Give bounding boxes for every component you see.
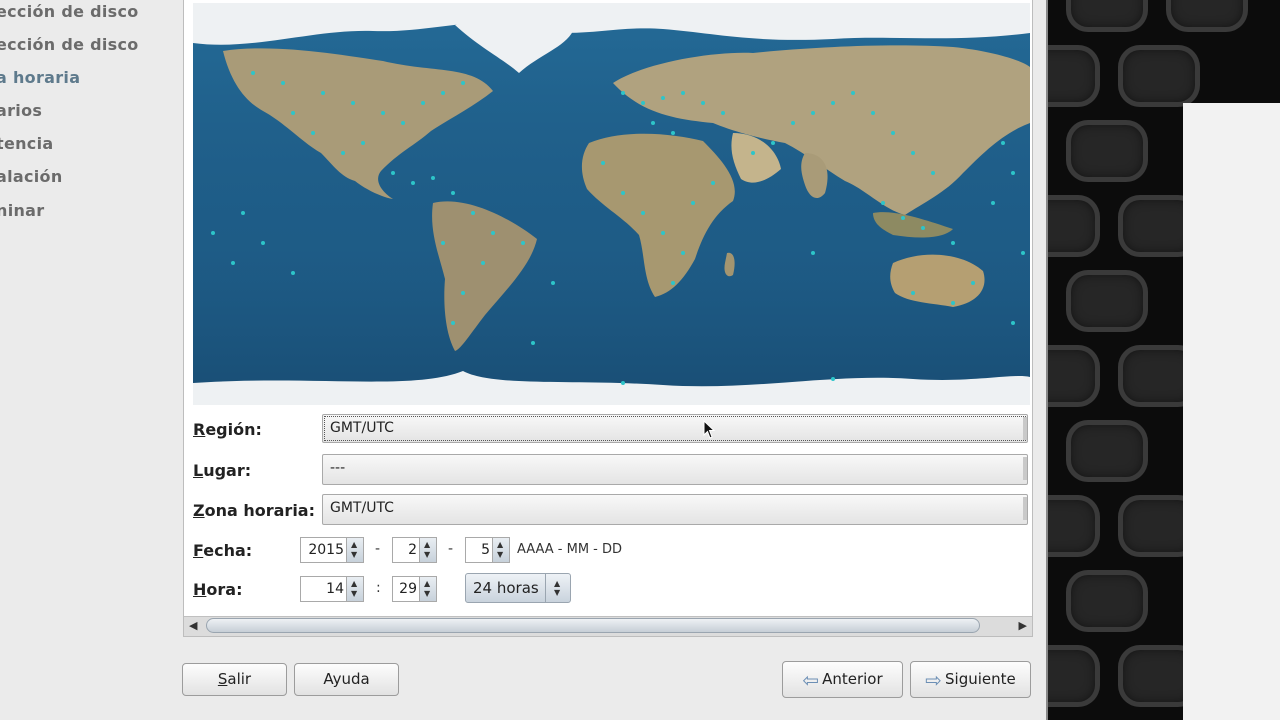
- arrow-left-icon: ⇦: [802, 667, 820, 692]
- year-stepper-buttons[interactable]: ▲ ▼: [346, 538, 363, 562]
- previous-button[interactable]: ⇦ Anterior: [782, 661, 903, 698]
- day-stepper-buttons[interactable]: ▲ ▼: [492, 538, 509, 562]
- next-button-label: Siguiente: [945, 670, 1016, 688]
- help-button-label: Ayuda: [323, 670, 370, 688]
- date-format-hint: AAAA - MM - DD: [517, 542, 623, 557]
- quit-button[interactable]: Salir: [182, 663, 287, 696]
- month-value: 2: [408, 542, 417, 558]
- timezone-select-cap: [1023, 497, 1027, 520]
- hour-stepper-buttons[interactable]: ▲ ▼: [346, 577, 363, 601]
- wallpaper-cell: [1048, 645, 1100, 707]
- timezone-select[interactable]: GMT/UTC: [322, 494, 1028, 525]
- wallpaper-cell: [1066, 570, 1148, 632]
- background-window-edge: [1183, 103, 1280, 720]
- year-spinner[interactable]: 2015 ▲ ▼: [300, 537, 364, 563]
- wallpaper-cell: [1066, 120, 1148, 182]
- step-disk-selection: ección de disco: [0, 2, 139, 21]
- horizontal-scrollbar[interactable]: ◀ ▶: [184, 616, 1032, 636]
- step-install: alación: [0, 167, 63, 186]
- timezone-panel: Región: GMT/UTC Lugar: --- Zona horaria:…: [183, 0, 1033, 637]
- wallpaper-cell: [1166, 0, 1248, 32]
- hour-value: 14: [326, 581, 344, 597]
- step-finish: ninar: [0, 201, 45, 220]
- timezone-label: Zona horaria:: [193, 501, 315, 520]
- region-select[interactable]: GMT/UTC: [322, 414, 1028, 443]
- help-button[interactable]: Ayuda: [294, 663, 399, 696]
- arrow-right-icon: ⇨: [925, 667, 943, 692]
- place-value: ---: [330, 460, 346, 476]
- previous-button-label: Anterior: [822, 670, 883, 688]
- day-value: 5: [481, 542, 490, 558]
- month-spinner[interactable]: 2 ▲ ▼: [392, 537, 437, 563]
- timezone-value: GMT/UTC: [330, 500, 394, 516]
- date-label: Fecha:: [193, 541, 253, 560]
- region-value: GMT/UTC: [330, 420, 394, 436]
- day-spinner[interactable]: 5 ▲ ▼: [465, 537, 510, 563]
- wallpaper-cell: [1048, 195, 1100, 257]
- place-select-cap: [1023, 457, 1027, 480]
- place-select[interactable]: ---: [322, 454, 1028, 485]
- mouse-pointer-icon: [703, 420, 716, 439]
- time-format-value: 24 horas: [473, 579, 539, 597]
- step-timezone: a horaria: [0, 68, 81, 87]
- window-border: [1046, 0, 1048, 720]
- installer-window: ección de disco ección de disco a horari…: [0, 0, 1048, 720]
- minute-spinner[interactable]: 29 ▲ ▼: [392, 576, 437, 602]
- region-select-cap: [1023, 417, 1027, 440]
- step-persistence: tencia: [0, 134, 54, 153]
- year-value: 2015: [308, 542, 344, 558]
- wallpaper-cell: [1048, 495, 1100, 557]
- wallpaper-cell: [1066, 0, 1148, 32]
- minute-value: 29: [399, 581, 417, 597]
- region-label: Región:: [193, 420, 262, 439]
- step-disk-selection-2: ección de disco: [0, 35, 139, 54]
- date-separator: -: [375, 541, 381, 557]
- scroll-right-arrow[interactable]: ▶: [1019, 619, 1027, 632]
- scroll-left-arrow[interactable]: ◀: [189, 619, 197, 632]
- wallpaper-cell: [1118, 45, 1200, 107]
- hour-spinner[interactable]: 14 ▲ ▼: [300, 576, 364, 602]
- wallpaper-cell: [1066, 270, 1148, 332]
- time-label: Hora:: [193, 580, 243, 599]
- wallpaper-cell: [1066, 420, 1148, 482]
- wallpaper-cell: [1048, 345, 1100, 407]
- time-format-arrow: ▲ ▼: [545, 574, 570, 602]
- quit-button-label: Salir: [217, 670, 252, 688]
- wallpaper-cell: [1048, 45, 1100, 107]
- scrollbar-thumb[interactable]: [206, 618, 980, 633]
- place-label: Lugar:: [193, 461, 252, 480]
- time-separator: :: [376, 580, 381, 596]
- date-separator: -: [448, 541, 454, 557]
- month-stepper-buttons[interactable]: ▲ ▼: [419, 538, 436, 562]
- minute-stepper-buttons[interactable]: ▲ ▼: [419, 577, 436, 601]
- next-button[interactable]: ⇨ Siguiente: [910, 661, 1031, 698]
- step-users: arios: [0, 101, 43, 120]
- world-map[interactable]: [193, 3, 1030, 405]
- time-format-select[interactable]: 24 horas ▲ ▼: [465, 573, 571, 603]
- steps-sidebar: ección de disco ección de disco a horari…: [0, 0, 182, 640]
